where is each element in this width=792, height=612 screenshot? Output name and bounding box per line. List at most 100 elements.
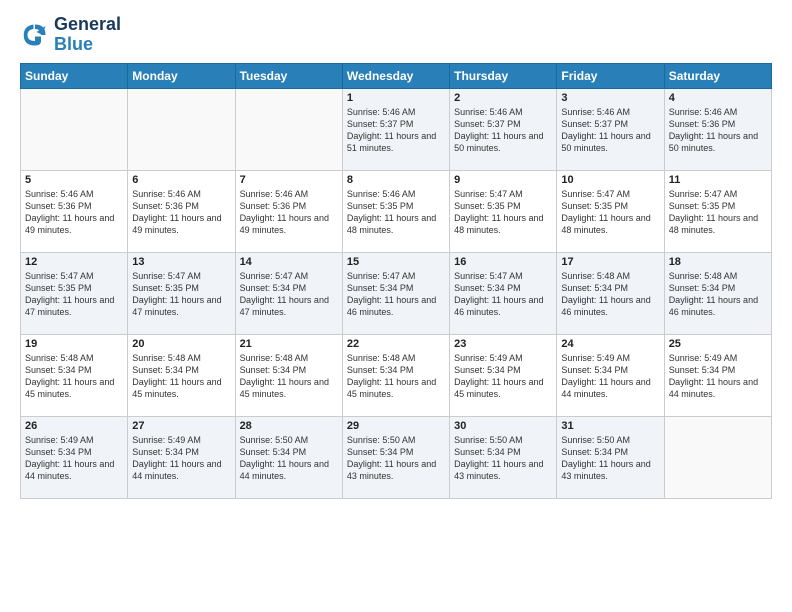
day-number: 14 xyxy=(240,256,338,268)
day-info: Sunrise: 5:47 AM Sunset: 5:35 PM Dayligh… xyxy=(561,188,659,237)
day-info: Sunrise: 5:50 AM Sunset: 5:34 PM Dayligh… xyxy=(240,434,338,483)
calendar-cell: 17 Sunrise: 5:48 AM Sunset: 5:34 PM Dayli… xyxy=(557,252,664,334)
calendar-cell: 6Sunrise: 5:46 AM Sunset: 5:36 PM Daylig… xyxy=(128,170,235,252)
calendar-cell: 29 Sunrise: 5:50 AM Sunset: 5:34 PM Dayli… xyxy=(342,416,449,498)
calendar-cell: 14 Sunrise: 5:47 AM Sunset: 5:34 PM Dayli… xyxy=(235,252,342,334)
day-number: 4 xyxy=(669,92,767,104)
calendar-cell: 3Sunrise: 5:46 AM Sunset: 5:37 PM Daylig… xyxy=(557,88,664,170)
calendar-week-2: 5 Sunrise: 5:46 AM Sunset: 5:36 PM Daylig… xyxy=(21,170,772,252)
calendar-cell: 23 Sunrise: 5:49 AM Sunset: 5:34 PM Dayli… xyxy=(450,334,557,416)
calendar-cell: 20 Sunrise: 5:48 AM Sunset: 5:34 PM Dayli… xyxy=(128,334,235,416)
day-info: Sunrise: 5:46 AM Sunset: 5:35 PM Dayligh… xyxy=(347,188,445,237)
day-number: 15 xyxy=(347,256,445,268)
weekday-header-friday: Friday xyxy=(557,63,664,88)
calendar-cell: 1Sunrise: 5:46 AM Sunset: 5:37 PM Daylig… xyxy=(342,88,449,170)
calendar-cell: 2Sunrise: 5:46 AM Sunset: 5:37 PM Daylig… xyxy=(450,88,557,170)
calendar-cell xyxy=(235,88,342,170)
day-number: 24 xyxy=(561,338,659,350)
day-number: 8 xyxy=(347,174,445,186)
day-info: Sunrise: 5:50 AM Sunset: 5:34 PM Dayligh… xyxy=(561,434,659,483)
calendar-week-4: 19 Sunrise: 5:48 AM Sunset: 5:34 PM Dayli… xyxy=(21,334,772,416)
day-number: 21 xyxy=(240,338,338,350)
day-info: Sunrise: 5:49 AM Sunset: 5:34 PM Dayligh… xyxy=(454,352,552,401)
calendar-table: SundayMondayTuesdayWednesdayThursdayFrid… xyxy=(20,63,772,499)
calendar-cell: 26 Sunrise: 5:49 AM Sunset: 5:34 PM Dayli… xyxy=(21,416,128,498)
day-number: 23 xyxy=(454,338,552,350)
day-number: 27 xyxy=(132,420,230,432)
day-info: Sunrise: 5:48 AM Sunset: 5:34 PM Dayligh… xyxy=(347,352,445,401)
calendar-cell: 25 Sunrise: 5:49 AM Sunset: 5:34 PM Dayli… xyxy=(664,334,771,416)
day-number: 18 xyxy=(669,256,767,268)
day-info: Sunrise: 5:46 AM Sunset: 5:37 PM Dayligh… xyxy=(347,106,445,155)
calendar-cell: 30 Sunrise: 5:50 AM Sunset: 5:34 PM Dayli… xyxy=(450,416,557,498)
day-info: Sunrise: 5:50 AM Sunset: 5:34 PM Dayligh… xyxy=(347,434,445,483)
calendar-cell: 21Sunrise: 5:48 AM Sunset: 5:34 PM Dayli… xyxy=(235,334,342,416)
calendar-header: SundayMondayTuesdayWednesdayThursdayFrid… xyxy=(21,63,772,88)
day-number: 28 xyxy=(240,420,338,432)
day-number: 26 xyxy=(25,420,123,432)
day-info: Sunrise: 5:50 AM Sunset: 5:34 PM Dayligh… xyxy=(454,434,552,483)
weekday-header-sunday: Sunday xyxy=(21,63,128,88)
logo-text: General Blue xyxy=(54,15,121,55)
day-number: 16 xyxy=(454,256,552,268)
weekday-header-saturday: Saturday xyxy=(664,63,771,88)
calendar-cell: 4 Sunrise: 5:46 AM Sunset: 5:36 PM Daylig… xyxy=(664,88,771,170)
calendar-cell: 10 Sunrise: 5:47 AM Sunset: 5:35 PM Dayli… xyxy=(557,170,664,252)
calendar-cell: 18 Sunrise: 5:48 AM Sunset: 5:34 PM Dayli… xyxy=(664,252,771,334)
day-number: 7 xyxy=(240,174,338,186)
weekday-header-thursday: Thursday xyxy=(450,63,557,88)
weekday-header-wednesday: Wednesday xyxy=(342,63,449,88)
day-info: Sunrise: 5:47 AM Sunset: 5:34 PM Dayligh… xyxy=(347,270,445,319)
day-info: Sunrise: 5:46 AM Sunset: 5:36 PM Dayligh… xyxy=(669,106,767,155)
day-info: Sunrise: 5:47 AM Sunset: 5:34 PM Dayligh… xyxy=(240,270,338,319)
day-number: 11 xyxy=(669,174,767,186)
page: General Blue SundayMondayTuesdayWednesda… xyxy=(0,0,792,612)
day-number: 19 xyxy=(25,338,123,350)
calendar-cell: 5 Sunrise: 5:46 AM Sunset: 5:36 PM Daylig… xyxy=(21,170,128,252)
day-info: Sunrise: 5:48 AM Sunset: 5:34 PM Dayligh… xyxy=(25,352,123,401)
logo: General Blue xyxy=(20,15,121,55)
calendar-week-5: 26 Sunrise: 5:49 AM Sunset: 5:34 PM Dayli… xyxy=(21,416,772,498)
header: General Blue xyxy=(20,15,772,55)
calendar-week-3: 12 Sunrise: 5:47 AM Sunset: 5:35 PM Dayli… xyxy=(21,252,772,334)
day-number: 12 xyxy=(25,256,123,268)
day-number: 22 xyxy=(347,338,445,350)
day-info: Sunrise: 5:49 AM Sunset: 5:34 PM Dayligh… xyxy=(132,434,230,483)
calendar-cell: 12Sunrise: 5:47 AM Sunset: 5:35 PM Dayli… xyxy=(21,252,128,334)
day-info: Sunrise: 5:48 AM Sunset: 5:34 PM Dayligh… xyxy=(132,352,230,401)
day-info: Sunrise: 5:47 AM Sunset: 5:34 PM Dayligh… xyxy=(454,270,552,319)
calendar-cell: 7 Sunrise: 5:46 AM Sunset: 5:36 PM Daylig… xyxy=(235,170,342,252)
weekday-header-tuesday: Tuesday xyxy=(235,63,342,88)
day-info: Sunrise: 5:46 AM Sunset: 5:36 PM Dayligh… xyxy=(240,188,338,237)
day-info: Sunrise: 5:47 AM Sunset: 5:35 PM Dayligh… xyxy=(132,270,230,319)
calendar-cell xyxy=(664,416,771,498)
day-number: 29 xyxy=(347,420,445,432)
day-number: 25 xyxy=(669,338,767,350)
day-info: Sunrise: 5:49 AM Sunset: 5:34 PM Dayligh… xyxy=(669,352,767,401)
day-number: 5 xyxy=(25,174,123,186)
logo-icon xyxy=(20,20,50,50)
day-number: 13 xyxy=(132,256,230,268)
day-info: Sunrise: 5:46 AM Sunset: 5:37 PM Dayligh… xyxy=(561,106,659,155)
day-info: Sunrise: 5:49 AM Sunset: 5:34 PM Dayligh… xyxy=(561,352,659,401)
calendar-cell: 15 Sunrise: 5:47 AM Sunset: 5:34 PM Dayli… xyxy=(342,252,449,334)
day-number: 9 xyxy=(454,174,552,186)
day-info: Sunrise: 5:48 AM Sunset: 5:34 PM Dayligh… xyxy=(561,270,659,319)
calendar-cell: 22 Sunrise: 5:48 AM Sunset: 5:34 PM Dayli… xyxy=(342,334,449,416)
day-number: 10 xyxy=(561,174,659,186)
day-info: Sunrise: 5:48 AM Sunset: 5:34 PM Dayligh… xyxy=(669,270,767,319)
day-number: 17 xyxy=(561,256,659,268)
day-info: Sunrise: 5:47 AM Sunset: 5:35 PM Dayligh… xyxy=(454,188,552,237)
calendar-cell: 8 Sunrise: 5:46 AM Sunset: 5:35 PM Daylig… xyxy=(342,170,449,252)
day-info: Sunrise: 5:46 AM Sunset: 5:37 PM Dayligh… xyxy=(454,106,552,155)
day-info: Sunrise: 5:47 AM Sunset: 5:35 PM Dayligh… xyxy=(669,188,767,237)
day-number: 20 xyxy=(132,338,230,350)
day-info: Sunrise: 5:49 AM Sunset: 5:34 PM Dayligh… xyxy=(25,434,123,483)
calendar-cell: 13 Sunrise: 5:47 AM Sunset: 5:35 PM Dayli… xyxy=(128,252,235,334)
day-info: Sunrise: 5:46 AM Sunset: 5:36 PM Dayligh… xyxy=(25,188,123,237)
day-number: 30 xyxy=(454,420,552,432)
day-info: Sunrise: 5:46 AM Sunset: 5:36 PM Dayligh… xyxy=(132,188,230,237)
weekday-header-monday: Monday xyxy=(128,63,235,88)
calendar-cell: 9 Sunrise: 5:47 AM Sunset: 5:35 PM Daylig… xyxy=(450,170,557,252)
calendar-cell: 27 Sunrise: 5:49 AM Sunset: 5:34 PM Dayli… xyxy=(128,416,235,498)
